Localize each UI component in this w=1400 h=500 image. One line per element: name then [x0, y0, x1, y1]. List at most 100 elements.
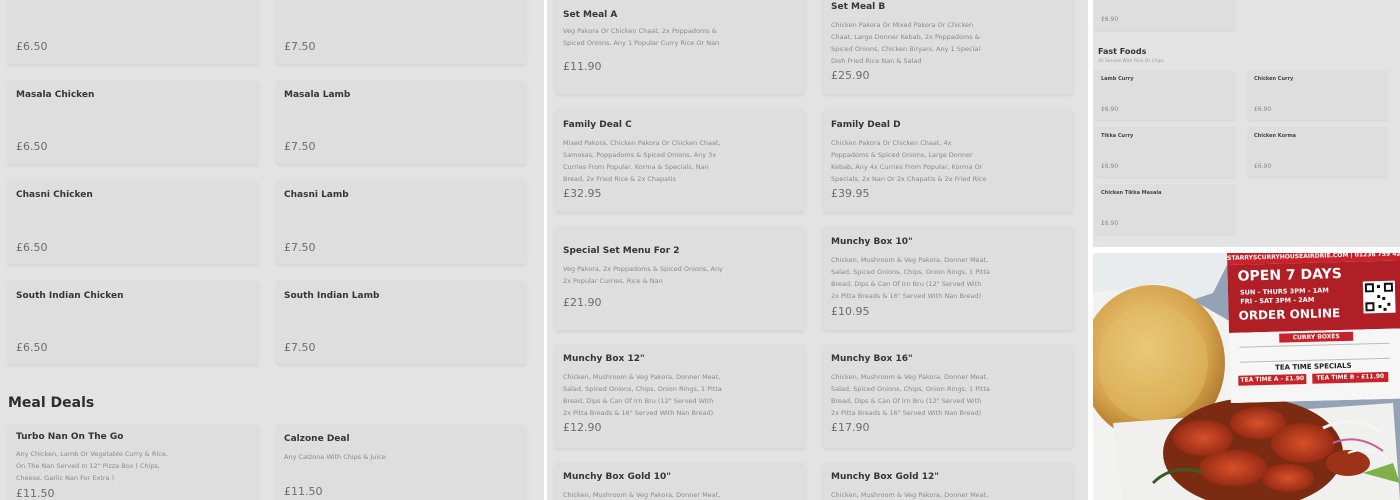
menu-item-card[interactable]: £6.50	[8, 0, 258, 64]
item-name: Special Set Menu For 2	[563, 246, 680, 256]
item-name: Chicken Curry	[1254, 76, 1294, 82]
item-price: £39.95	[831, 187, 870, 200]
fast-foods-section: £6.90 Fast Foods All Served With Rice Or…	[1093, 0, 1400, 247]
item-description: Mixed Pakora, Chicken Pakora Or Chicken …	[563, 139, 721, 183]
flyer-tea-time: TEA TIME SPECIALS	[1274, 361, 1352, 372]
section-title-fast-foods: Fast Foods	[1098, 47, 1147, 56]
item-name: South Indian Lamb	[284, 291, 380, 301]
menu-item-card[interactable]: Munchy Box 10" Chicken, Mushroom & Veg P…	[823, 226, 1073, 330]
item-name: Munchy Box 10"	[831, 237, 913, 247]
menu-item-card[interactable]: Family Deal D Chicken Pakora Or Chicken …	[823, 108, 1073, 212]
menu-item-card[interactable]: Masala Lamb £7.50	[276, 80, 526, 164]
item-price: £25.90	[831, 69, 870, 82]
item-price: £7.50	[284, 341, 316, 354]
item-description: Veg Pakora, 2x Poppadoms & Spiced Onions…	[563, 265, 723, 285]
item-price: £6.50	[16, 140, 48, 153]
item-price: £32.95	[563, 187, 602, 200]
flyer-hours-block: OPEN 7 DAYS SUN - THURS 3PM - 1AM FRI - …	[1227, 260, 1400, 333]
item-name: Tikka Curry	[1101, 133, 1134, 139]
item-price: £6.90	[1254, 106, 1272, 113]
menu-item-card[interactable]: Chicken Tikka Masala £6.90	[1095, 184, 1235, 234]
menu-panel-fast-foods: £6.90 Fast Foods All Served With Rice Or…	[1093, 0, 1400, 500]
menu-item-card[interactable]: Chicken Korma £6.90	[1248, 127, 1388, 177]
menu-item-card[interactable]: Calzone Deal Any Calzone With Chips & Ju…	[276, 424, 526, 500]
item-description: Chicken Pakora Or Mixed Pakora Or Chicke…	[831, 21, 981, 65]
item-name: Set Meal B	[831, 2, 886, 12]
menu-item-card[interactable]: Chasni Chicken £6.50	[8, 180, 258, 264]
flyer-hours-1: SUN - THURS 3PM - 1AM	[1239, 286, 1329, 297]
flyer-specials-block: CURRY BOXES TEA TIME SPECIALS	[1229, 328, 1400, 403]
item-description: Chicken, Mushroom & Veg Pakora, Donner M…	[831, 491, 989, 499]
flyer-curry-boxes: CURRY BOXES	[1279, 331, 1354, 343]
item-price: £6.90	[1101, 163, 1119, 170]
item-price: £7.50	[284, 40, 316, 53]
item-name: Chasni Lamb	[284, 190, 349, 200]
menu-item-card[interactable]: Munchy Box 16" Chicken, Mushroom & Veg P…	[823, 344, 1073, 448]
item-description: Any Chicken, Lamb Or Vegetable Curry & R…	[16, 450, 168, 482]
item-name: Masala Chicken	[16, 90, 95, 100]
item-price: £6.90	[1101, 16, 1119, 23]
flyer-order-online: ORDER ONLINE	[1238, 306, 1341, 323]
item-price: £21.90	[563, 296, 602, 309]
menu-panel-meal-deals: Set Meal A Veg Pakora Or Chicken Chaat, …	[547, 0, 1088, 500]
qr-code-icon	[1362, 280, 1396, 314]
item-description: Veg Pakora Or Chicken Chaat, 2x Poppadom…	[563, 27, 720, 47]
menu-item-card[interactable]: Set Meal A Veg Pakora Or Chicken Chaat, …	[555, 0, 805, 94]
menu-item-card[interactable]: Set Meal B Chicken Pakora Or Mixed Pakor…	[823, 0, 1073, 94]
menu-item-card[interactable]: Turbo Nan On The Go Any Chicken, Lamb Or…	[8, 424, 258, 500]
item-price: £6.50	[16, 241, 48, 254]
item-description: Chicken, Mushroom & Veg Pakora, Donner M…	[563, 373, 722, 417]
item-price: £6.50	[16, 341, 48, 354]
menu-item-card[interactable]: Family Deal C Mixed Pakora, Chicken Pako…	[555, 108, 805, 212]
menu-item-card[interactable]: Munchy Box Gold 12" Chicken, Mushroom & …	[823, 462, 1073, 500]
menu-item-card[interactable]: South Indian Lamb £7.50	[276, 280, 526, 364]
item-price: £10.95	[831, 305, 870, 318]
promo-flyer: STARRYSCURRYHOUSEAIRDRIE.COM | 01236 759…	[1227, 253, 1400, 403]
item-description: Chicken, Mushroom & Veg Pakora, Donner M…	[563, 491, 721, 499]
item-name: Chicken Korma	[1254, 133, 1297, 139]
menu-item-card[interactable]: £7.50	[276, 0, 526, 64]
section-subtitle: All Served With Rice Or Chips	[1098, 59, 1165, 64]
item-price: £7.50	[284, 241, 316, 254]
item-description: Chicken Pakora Or Chicken Chaat, 4x Popp…	[831, 139, 987, 183]
menu-item-card[interactable]: £6.90	[1095, 0, 1235, 30]
item-name: Chasni Chicken	[16, 190, 93, 200]
item-description: Chicken, Mushroom & Veg Pakora, Donner M…	[831, 373, 990, 417]
item-price: £6.90	[1101, 106, 1119, 113]
menu-item-card[interactable]: South Indian Chicken £6.50	[8, 280, 258, 364]
menu-item-card[interactable]: Lamb Curry £6.90	[1095, 70, 1235, 120]
menu-item-card[interactable]: Masala Chicken £6.50	[8, 80, 258, 164]
item-name: South Indian Chicken	[16, 291, 124, 301]
menu-item-card[interactable]: Special Set Menu For 2 Veg Pakora, 2x Po…	[555, 226, 805, 330]
menu-item-card[interactable]: Tikka Curry £6.90	[1095, 127, 1235, 177]
item-price: £11.50	[16, 487, 55, 500]
item-name: Turbo Nan On The Go	[16, 432, 124, 442]
menu-item-card[interactable]: Chicken Curry £6.90	[1248, 70, 1388, 120]
item-price: £11.90	[563, 60, 602, 73]
menu-item-card[interactable]: Chasni Lamb £7.50	[276, 180, 526, 264]
item-price: £17.90	[831, 421, 870, 434]
flyer-tea-time-b: TEA TIME B - £11.90	[1312, 371, 1389, 384]
item-name: Munchy Box Gold 12"	[831, 472, 939, 482]
item-price: £6.90	[1101, 220, 1119, 227]
item-description: Chicken, Mushroom & Veg Pakora, Donner M…	[831, 256, 990, 300]
item-price: £7.50	[284, 140, 316, 153]
food-photo: STARRYSCURRYHOUSEAIRDRIE.COM | 01236 759…	[1093, 253, 1400, 500]
item-name: Masala Lamb	[284, 90, 351, 100]
item-name: Family Deal D	[831, 120, 901, 130]
item-name: Family Deal C	[563, 120, 632, 130]
item-name: Lamb Curry	[1101, 76, 1134, 82]
flyer-open: OPEN 7 DAYS	[1237, 266, 1343, 285]
item-name: Set Meal A	[563, 10, 618, 20]
item-name: Calzone Deal	[284, 434, 350, 444]
item-name: Munchy Box 16"	[831, 354, 913, 364]
item-price: £6.90	[1254, 163, 1272, 170]
item-name: Munchy Box Gold 10"	[563, 472, 671, 482]
item-description: Any Calzone With Chips & Juice	[284, 453, 386, 461]
menu-panel-curries: £6.50 £7.50 Masala Chicken £6.50 Masala …	[0, 0, 544, 500]
item-name: Munchy Box 12"	[563, 354, 645, 364]
menu-item-card[interactable]: Munchy Box 12" Chicken, Mushroom & Veg P…	[555, 344, 805, 448]
item-price: £11.50	[284, 485, 323, 498]
flyer-tea-time-a: TEA TIME A - £1.90	[1238, 373, 1307, 386]
menu-item-card[interactable]: Munchy Box Gold 10" Chicken, Mushroom & …	[555, 462, 805, 500]
